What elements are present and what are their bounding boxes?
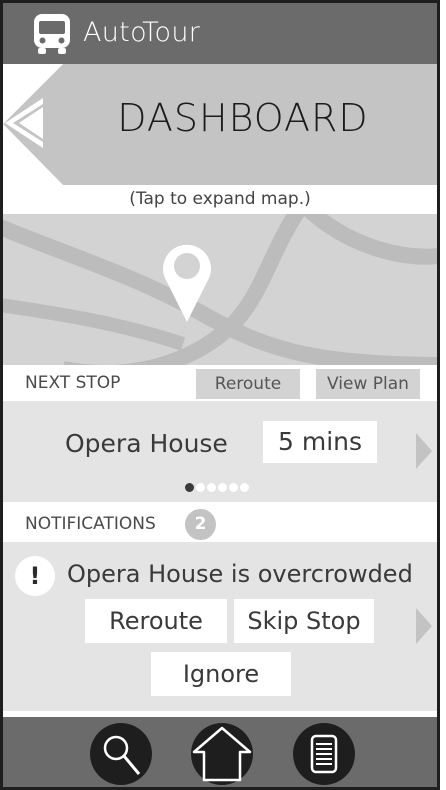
page-dot[interactable] bbox=[185, 483, 194, 492]
app-frame: AutoTour DASHBOARD (Tap to expand map.) bbox=[0, 0, 440, 790]
notification-message: Opera House is overcrowded bbox=[67, 560, 413, 588]
notifications-bar: NOTIFICATIONS 2 bbox=[3, 502, 437, 542]
alert-icon: ! bbox=[15, 556, 55, 596]
ignore-button[interactable]: Ignore bbox=[151, 652, 291, 696]
page-dot[interactable] bbox=[229, 483, 238, 492]
next-stop-bar: NEXT STOP Reroute View Plan bbox=[3, 365, 437, 401]
notification-count-badge: 2 bbox=[185, 509, 216, 540]
next-stop-arrow-icon[interactable] bbox=[416, 433, 432, 469]
view-plan-button[interactable]: View Plan bbox=[316, 369, 420, 399]
bottom-nav bbox=[3, 717, 437, 787]
page-dot[interactable] bbox=[218, 483, 227, 492]
list-button[interactable] bbox=[292, 722, 356, 786]
map-hint: (Tap to expand map.) bbox=[129, 189, 311, 209]
page-indicator bbox=[185, 483, 249, 493]
next-stop-panel[interactable]: Opera House 5 mins bbox=[3, 401, 437, 502]
eta-badge: 5 mins bbox=[263, 421, 377, 463]
home-icon bbox=[191, 723, 253, 785]
back-arrow-icon[interactable] bbox=[5, 98, 45, 148]
map-view[interactable] bbox=[3, 214, 437, 365]
dashboard-banner: DASHBOARD bbox=[3, 64, 437, 185]
map-roads bbox=[3, 214, 437, 365]
notifications-label: NOTIFICATIONS bbox=[25, 514, 156, 534]
location-pin-icon bbox=[163, 244, 211, 322]
reroute-button[interactable]: Reroute bbox=[196, 369, 300, 399]
app-header: AutoTour bbox=[3, 3, 437, 64]
page-title: DASHBOARD bbox=[117, 96, 369, 140]
bus-icon bbox=[30, 12, 74, 60]
stop-name: Opera House bbox=[65, 429, 228, 458]
page-dot[interactable] bbox=[207, 483, 216, 492]
next-stop-label: NEXT STOP bbox=[25, 373, 121, 393]
notification-panel: ! Opera House is overcrowded Reroute Ski… bbox=[3, 542, 437, 711]
app-title: AutoTour bbox=[83, 17, 201, 48]
page-dot[interactable] bbox=[196, 483, 205, 492]
next-notification-arrow-icon[interactable] bbox=[416, 608, 432, 644]
search-button[interactable] bbox=[89, 722, 153, 786]
notification-reroute-button[interactable]: Reroute bbox=[85, 599, 227, 643]
search-icon bbox=[90, 723, 152, 785]
list-icon bbox=[293, 723, 355, 785]
page-dot[interactable] bbox=[240, 483, 249, 492]
skip-stop-button[interactable]: Skip Stop bbox=[234, 599, 374, 643]
home-button[interactable] bbox=[190, 722, 254, 786]
